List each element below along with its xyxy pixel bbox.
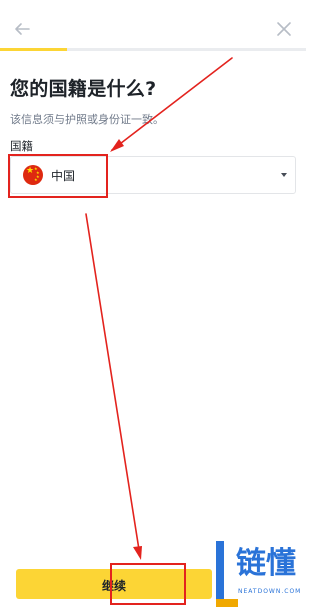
continue-button-label: 继续 — [101, 579, 126, 593]
nationality-value: 中国 — [51, 169, 76, 183]
page-subtitle: 该信息须与护照或身份证一致。 — [10, 113, 164, 126]
arrow-left-icon[interactable] — [10, 17, 34, 41]
arrow-head-continue — [133, 546, 142, 560]
progress-fill — [0, 48, 68, 51]
chevron-down-icon — [281, 173, 287, 177]
nationality-select[interactable]: ★ ★ ★ ★ ★ 中国 — [10, 156, 296, 194]
arrow-to-continue — [85, 213, 141, 557]
watermark-brand: 链懂 — [236, 546, 296, 581]
progress-bar — [0, 48, 306, 51]
top-bar — [0, 0, 306, 48]
arrow-to-nationality — [111, 57, 233, 151]
nationality-label: 国籍 — [10, 139, 33, 153]
china-flag-icon: ★ ★ ★ ★ ★ — [23, 165, 43, 185]
continue-button[interactable]: 继续 — [16, 569, 212, 599]
page-title: 您的国籍是什么? — [10, 78, 157, 100]
watermark-logo: 链懂 NEATDOWN.COM — [214, 541, 306, 613]
arrow-head-nationality — [110, 139, 124, 152]
close-icon[interactable] — [272, 17, 296, 41]
watermark-domain: NEATDOWN.COM — [238, 588, 302, 595]
